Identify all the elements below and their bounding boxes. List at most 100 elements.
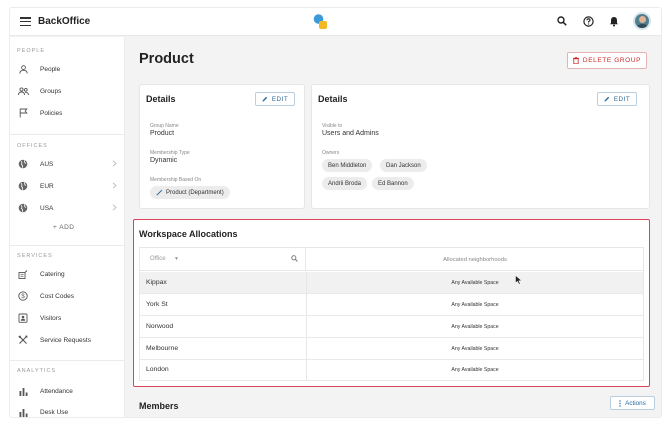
table-row[interactable]: Melbourne Any Available Space: [140, 338, 643, 360]
page-title: Product: [139, 51, 194, 67]
globe-icon: [16, 158, 30, 170]
details-card-right: Details EDIT Visible to Users and Admins…: [311, 84, 650, 209]
edit-button[interactable]: EDIT: [255, 92, 295, 106]
office-cell: London: [146, 366, 169, 373]
office-filter[interactable]: Office ▼: [140, 248, 306, 271]
sidebar-item-label: Catering: [40, 270, 65, 278]
section-title-offices: OFFICES: [17, 143, 48, 149]
sidebar-item-label: Service Requests: [40, 336, 91, 344]
section-title-services: SERVICES: [17, 253, 53, 259]
groups-icon: [16, 85, 30, 97]
sidebar-item-desk-use[interactable]: Desk Use: [16, 403, 119, 417]
catering-icon: [16, 268, 30, 280]
chevron-right-icon: [112, 160, 117, 167]
owner-chip: Ben Middleton: [322, 159, 373, 172]
chevron-right-icon: [112, 204, 117, 211]
field-label: Visible to: [322, 123, 343, 129]
sidebar-item-label: Visitors: [40, 314, 62, 322]
owner-chip: Ed Bannon: [372, 177, 414, 190]
globe-icon: [16, 180, 30, 192]
neighborhood-cell: Any Available Space: [451, 346, 499, 352]
field-label: Membership Based On: [150, 177, 202, 183]
field-label: Owners: [322, 150, 340, 156]
details-card-left: Details EDIT Group Name Product Membersh…: [139, 84, 305, 209]
sidebar-item-label: Groups: [40, 87, 62, 95]
main-content: Product DELETE GROUP Details EDIT Group …: [126, 37, 661, 417]
add-office-button[interactable]: + ADD: [53, 224, 74, 231]
app-window: BackOffice PEOPLE People Groups Policies…: [10, 8, 661, 417]
sidebar-item-label: Desk Use: [40, 408, 69, 416]
neighborhood-cell: Any Available Space: [451, 324, 499, 330]
sidebar-divider: [10, 360, 125, 361]
edit-label: EDIT: [271, 95, 289, 103]
office-cell: Kippax: [146, 279, 167, 286]
chip-label: Product (Department): [166, 189, 224, 196]
edit-label: EDIT: [613, 95, 631, 103]
app-title: BackOffice: [38, 16, 91, 27]
sidebar-divider: [10, 134, 125, 135]
pencil-icon: [604, 96, 610, 102]
sidebar-item-catering[interactable]: Catering: [16, 265, 119, 283]
bar-chart-icon: [16, 385, 30, 397]
app-logo: [313, 14, 327, 29]
sidebar-item-attendance[interactable]: Attendance: [16, 382, 119, 400]
sidebar-item-label: AUS: [40, 160, 54, 168]
sidebar-item-service-requests[interactable]: Service Requests: [16, 331, 119, 349]
badge-icon: [16, 312, 30, 324]
sidebar-item-label: Policies: [40, 109, 63, 117]
sidebar-item-label: Attendance: [40, 387, 73, 395]
sidebar-item-people[interactable]: People: [16, 60, 119, 78]
svg-text:$: $: [21, 294, 25, 300]
neighborhood-cell: Any Available Space: [451, 367, 499, 373]
neighborhood-cell: Any Available Space: [451, 302, 499, 308]
card-title: Details: [318, 94, 348, 104]
actions-label: Actions: [625, 399, 646, 407]
owner-chip: Andrii Broda: [322, 177, 368, 190]
pencil-icon: [262, 96, 268, 102]
section-title-analytics: ANALYTICS: [17, 368, 57, 374]
dollar-icon: $: [16, 290, 30, 302]
table-row[interactable]: Norwood Any Available Space: [140, 316, 643, 338]
avatar[interactable]: [633, 12, 651, 30]
sidebar: PEOPLE People Groups Policies OFFICES AU…: [10, 37, 125, 417]
bell-icon[interactable]: [607, 14, 621, 28]
sidebar-item-groups[interactable]: Groups: [16, 82, 119, 100]
owner-chip: Dan Jackson: [380, 159, 427, 172]
sidebar-item-policies[interactable]: Policies: [16, 104, 119, 122]
workspace-allocations-card: Workspace Allocations Office ▼ Allocated…: [133, 219, 650, 387]
globe-icon: [16, 202, 30, 214]
sidebar-item-eur[interactable]: EUR: [16, 177, 119, 195]
cursor-icon: [515, 275, 523, 285]
neighborhood-cell: Any Available Space: [451, 280, 499, 286]
search-icon[interactable]: [291, 255, 298, 262]
edit-button[interactable]: EDIT: [597, 92, 637, 106]
workspace-allocations-table: Office ▼ Allocated neighborhoods Kippax …: [139, 247, 644, 381]
members-title: Members: [139, 401, 179, 411]
delete-group-button[interactable]: DELETE GROUP: [567, 52, 647, 69]
sidebar-item-usa[interactable]: USA: [16, 199, 119, 217]
table-row[interactable]: York St Any Available Space: [140, 294, 643, 316]
office-cell: Melbourne: [146, 345, 179, 352]
table-row[interactable]: Kippax Any Available Space: [140, 272, 643, 294]
actions-button[interactable]: Actions: [610, 396, 655, 410]
visible-to-value: Users and Admins: [322, 130, 379, 137]
tools-icon: [16, 334, 30, 346]
field-label: Membership Type: [150, 150, 190, 156]
search-icon[interactable]: [555, 14, 569, 28]
column-header: Allocated neighborhoods: [443, 257, 507, 263]
table-row[interactable]: London Any Available Space: [140, 359, 643, 381]
sidebar-item-label: Cost Codes: [40, 292, 74, 300]
sidebar-item-aus[interactable]: AUS: [16, 155, 119, 173]
office-filter-label: Office: [150, 256, 166, 262]
menu-icon[interactable]: [20, 17, 31, 27]
workspace-allocations-title: Workspace Allocations: [139, 229, 238, 239]
help-icon[interactable]: [581, 14, 595, 28]
flag-icon: [16, 107, 30, 119]
sidebar-item-cost-codes[interactable]: $ Cost Codes: [16, 287, 119, 305]
office-cell: York St: [146, 301, 168, 308]
caret-down-icon: ▼: [174, 256, 179, 262]
sidebar-item-visitors[interactable]: Visitors: [16, 309, 119, 327]
person-icon: [16, 63, 30, 75]
office-cell: Norwood: [146, 323, 174, 330]
sidebar-divider: [10, 245, 125, 246]
